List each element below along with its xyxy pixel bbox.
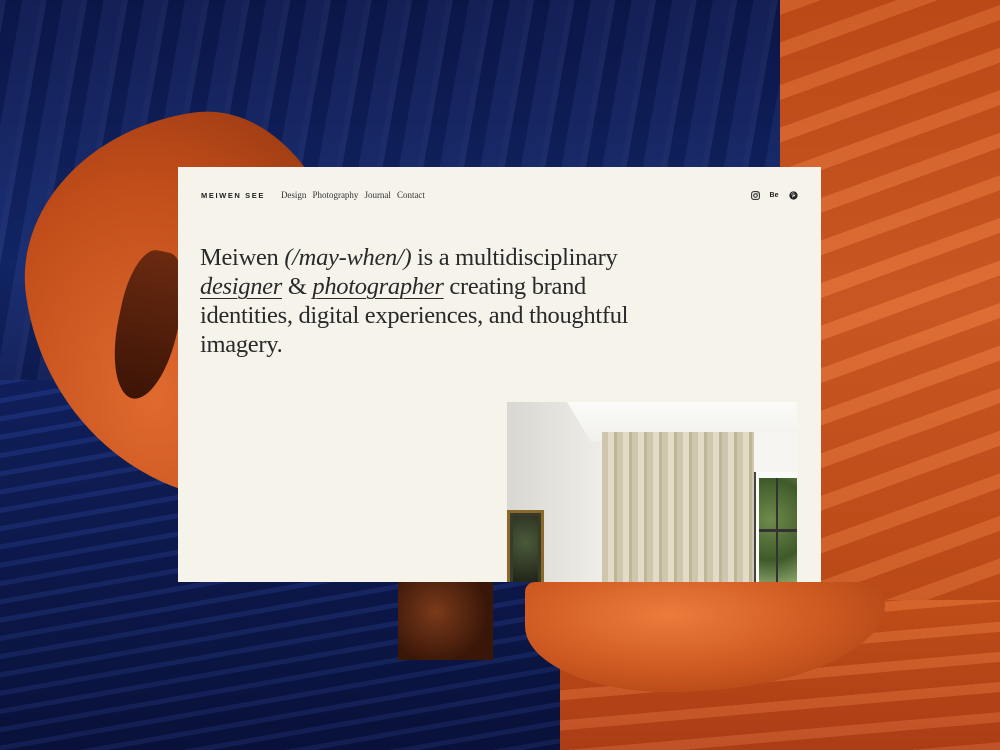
shoe-heel bbox=[398, 580, 493, 660]
behance-icon[interactable]: Be bbox=[769, 190, 779, 200]
intro-text: Meiwen (/may-when/) is a multidisciplina… bbox=[200, 243, 650, 359]
nav-journal[interactable]: Journal bbox=[364, 190, 391, 200]
website-card: MEIWEN SEE Design Photography Journal Co… bbox=[178, 167, 821, 582]
nav-design[interactable]: Design bbox=[281, 190, 307, 200]
photo-picture-frame bbox=[507, 510, 544, 582]
instagram-icon[interactable] bbox=[750, 190, 760, 200]
intro-ampersand: & bbox=[287, 273, 307, 300]
top-nav: MEIWEN SEE Design Photography Journal Co… bbox=[201, 188, 798, 202]
intro-name: Meiwen bbox=[200, 244, 279, 271]
photo-window bbox=[754, 472, 797, 582]
behance-label: Be bbox=[769, 191, 779, 199]
photographer-link[interactable]: photographer bbox=[312, 273, 443, 300]
intro-text-1: is a multidisciplinary bbox=[417, 244, 618, 271]
photo-curtain bbox=[602, 432, 754, 582]
photo-window-pane bbox=[759, 478, 797, 582]
room-photo[interactable] bbox=[507, 402, 797, 582]
social-links: Be bbox=[750, 190, 798, 200]
nav-photography[interactable]: Photography bbox=[312, 190, 358, 200]
photo-painting bbox=[513, 516, 538, 582]
intro-pronunciation: (/may-when/) bbox=[284, 244, 412, 271]
designer-link[interactable]: designer bbox=[200, 273, 282, 300]
nav-contact[interactable]: Contact bbox=[397, 190, 425, 200]
brand-logo[interactable]: MEIWEN SEE bbox=[201, 191, 265, 200]
pinterest-icon[interactable] bbox=[788, 190, 798, 200]
